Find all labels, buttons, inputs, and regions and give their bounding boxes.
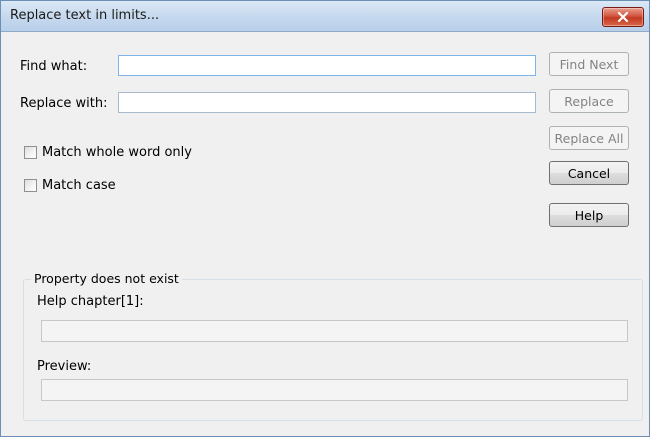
find-next-button[interactable]: Find Next: [549, 52, 629, 76]
property-group: Property does not exist Help chapter[1]:…: [23, 271, 643, 421]
window-title: Replace text in limits...: [10, 8, 160, 23]
preview-field: [41, 379, 628, 401]
match-case-label: Match case: [42, 178, 116, 193]
replace-all-button[interactable]: Replace All: [549, 126, 629, 150]
preview-label: Preview:: [37, 359, 92, 374]
title-bar: Replace text in limits...: [1, 1, 649, 32]
close-icon: [617, 12, 629, 22]
match-whole-word-checkbox[interactable]: [24, 146, 37, 159]
help-chapter-label: Help chapter[1]:: [37, 294, 144, 309]
match-whole-word-label: Match whole word only: [42, 145, 192, 160]
help-button[interactable]: Help: [549, 203, 629, 227]
find-what-input[interactable]: [118, 55, 536, 76]
find-what-label: Find what:: [20, 59, 88, 74]
cancel-button[interactable]: Cancel: [549, 161, 629, 185]
close-button[interactable]: [602, 7, 644, 27]
replace-with-input[interactable]: [118, 92, 536, 113]
property-group-title: Property does not exist: [31, 271, 182, 286]
replace-dialog: Replace text in limits... Find what: Rep…: [0, 0, 650, 437]
replace-button[interactable]: Replace: [549, 89, 629, 113]
match-case-checkbox[interactable]: [24, 179, 37, 192]
match-whole-word-option[interactable]: Match whole word only: [24, 145, 192, 160]
match-case-option[interactable]: Match case: [24, 178, 116, 193]
replace-with-label: Replace with:: [20, 96, 108, 111]
dialog-body: Find what: Replace with: Match whole wor…: [1, 32, 649, 436]
help-chapter-field: [41, 320, 628, 342]
